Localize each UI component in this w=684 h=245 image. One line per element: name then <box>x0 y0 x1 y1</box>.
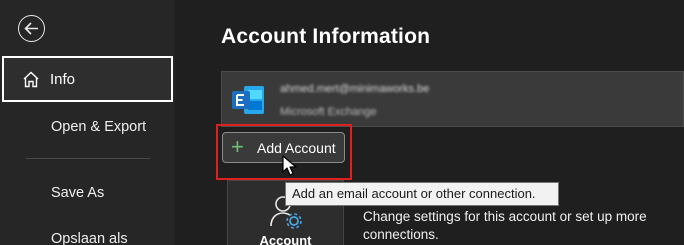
sidebar-item-save-as[interactable]: Save As <box>51 185 104 201</box>
add-account-label: Add Account <box>257 139 336 156</box>
home-icon <box>23 71 39 87</box>
account-selector[interactable]: ahmed.mert@minimaworks.be Microsoft Exch… <box>221 71 684 127</box>
sidebar-item-label: Info <box>50 70 76 88</box>
sidebar-item-open-export[interactable]: Open & Export <box>51 119 146 135</box>
exchange-icon <box>232 86 264 114</box>
plus-icon: + <box>231 133 244 159</box>
mouse-pointer-icon <box>282 155 297 176</box>
page-title: Account Information <box>221 25 431 48</box>
back-button[interactable] <box>18 15 45 42</box>
backstage-sidebar: Info Open & Export Save As Opslaan als <box>0 0 175 245</box>
sidebar-item-opslaan-als[interactable]: Opslaan als <box>51 231 128 245</box>
add-account-tooltip: Add an email account or other connection… <box>285 182 559 206</box>
account-type: Microsoft Exchange <box>280 106 377 118</box>
back-arrow-icon <box>24 22 38 35</box>
sidebar-item-info[interactable]: Info <box>2 56 173 102</box>
account-email: ahmed.mert@minimaworks.be <box>280 83 430 95</box>
sidebar-divider <box>26 158 150 159</box>
main-panel: Account Information ahmed.mert@minimawor… <box>175 0 684 245</box>
account-settings-label: Account <box>259 233 312 245</box>
account-settings-description: Change settings for this account or set … <box>363 209 647 242</box>
